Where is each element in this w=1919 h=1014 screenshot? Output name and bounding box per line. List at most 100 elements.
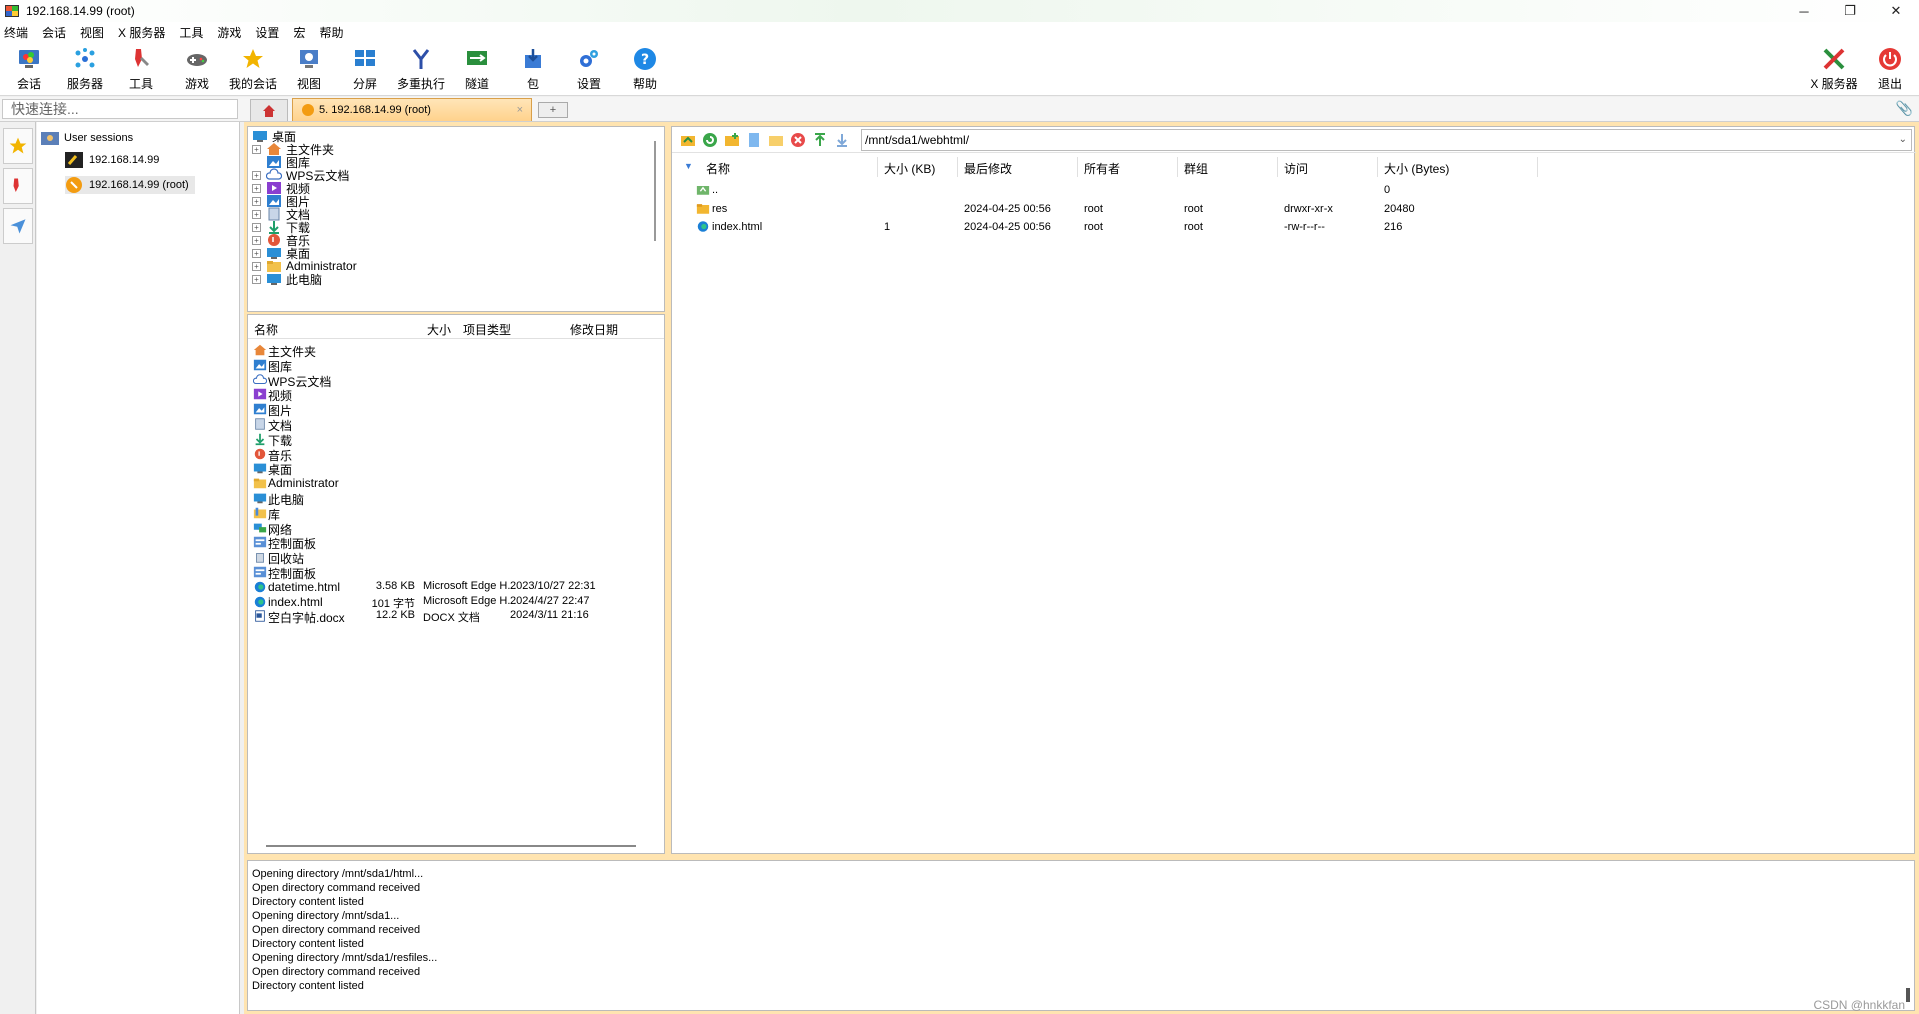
menu-xserver[interactable]: X 服务器 — [118, 24, 165, 41]
col-modified[interactable]: 最后修改 — [964, 160, 1012, 177]
split-button[interactable]: 分屏 — [337, 46, 393, 94]
session-item-active[interactable]: 192.168.14.99 (root) — [65, 176, 195, 194]
user-sessions-label: User sessions — [64, 132, 134, 144]
tools-icon — [135, 49, 149, 67]
menu-view[interactable]: 视图 — [80, 24, 104, 41]
menu-macros[interactable]: 宏 — [293, 24, 305, 41]
menu-help[interactable]: 帮助 — [319, 24, 343, 41]
col-size-bytes[interactable]: 大小 (Bytes) — [1384, 160, 1449, 177]
rail-tools[interactable] — [3, 168, 33, 204]
menu-games[interactable]: 游戏 — [217, 24, 241, 41]
multiexec-label: 多重执行 — [396, 77, 445, 91]
chevron-down-icon[interactable]: ⌄ — [1899, 130, 1907, 150]
menu-settings[interactable]: 设置 — [255, 24, 279, 41]
home-tab[interactable] — [250, 99, 288, 121]
view-button[interactable]: 视图 — [281, 46, 337, 94]
new-file-icon[interactable] — [746, 132, 762, 148]
table-row[interactable]: .. 0 — [672, 181, 1916, 199]
parent-folder-icon[interactable] — [680, 132, 696, 148]
tools-button[interactable]: 工具 — [113, 46, 169, 94]
col-name[interactable]: 名称 — [706, 160, 730, 177]
my-sessions-button[interactable]: 我的会话 — [225, 46, 281, 94]
expand-toggle-icon[interactable]: + — [252, 183, 261, 193]
session-item-label: 192.168.14.99 — [89, 154, 160, 166]
remote-path-input[interactable]: /mnt/sda1/webhtml/ ⌄ — [861, 129, 1912, 151]
log-scrollbar[interactable] — [1906, 988, 1910, 1002]
session-item-label: 192.168.14.99 (root) — [89, 179, 189, 191]
rail-sftp[interactable] — [3, 208, 33, 244]
table-row[interactable]: res 2024-04-25 00:56 root root drwxr-xr-x 204… — [672, 200, 1916, 218]
power-icon — [1879, 48, 1901, 70]
expand-toggle-icon[interactable]: + — [252, 222, 261, 232]
user-sessions-node[interactable]: User sessions — [40, 130, 133, 146]
settings-button[interactable]: 设置 — [561, 46, 617, 94]
folder-icon[interactable] — [768, 132, 784, 148]
col-date[interactable]: 修改日期 — [570, 321, 618, 338]
tab-session-icon — [302, 104, 314, 116]
expand-toggle-icon[interactable]: + — [252, 170, 261, 180]
servers-icon — [75, 48, 95, 68]
main-toolbar: 会话 服务器 工具 游戏 我的会话 视图 分屏 多重执行 隧道 包 设置 ? 帮… — [0, 42, 1919, 96]
remote-file-browser: /mnt/sda1/webhtml/ ⌄ ▼ 名称 大小 (KB) 最后修改 所有… — [671, 126, 1916, 854]
help-button[interactable]: ? 帮助 — [617, 46, 673, 94]
new-folder-icon[interactable] — [724, 132, 740, 148]
local-horizontal-scrollbar[interactable] — [266, 845, 636, 847]
close-tab-icon[interactable]: × — [517, 104, 523, 116]
tunnel-button[interactable]: 隧道 — [449, 46, 505, 94]
expand-toggle-icon[interactable]: + — [252, 248, 261, 258]
col-name[interactable]: 名称 — [254, 321, 278, 338]
watermark: CSDN @hnkkfan — [1813, 998, 1905, 1012]
minimize-button[interactable]: ─ — [1781, 0, 1827, 22]
multiexec-button[interactable]: 多重执行 — [393, 46, 449, 94]
expand-toggle-icon[interactable]: + — [252, 196, 261, 206]
expand-toggle-icon[interactable]: + — [252, 274, 261, 284]
expand-toggle-icon[interactable]: + — [252, 235, 261, 245]
local-list-header: 名称 大小 项目类型 修改日期 — [248, 315, 664, 339]
file-name: 空白字帖.docx — [268, 611, 345, 626]
menu-terminal[interactable]: 终端 — [4, 24, 28, 41]
col-access[interactable]: 访问 — [1284, 160, 1308, 177]
col-owner[interactable]: 所有者 — [1084, 160, 1120, 177]
edge-icon — [697, 221, 709, 232]
paperclip-icon[interactable]: 📎 — [1896, 100, 1913, 117]
expand-toggle-icon[interactable]: + — [252, 144, 261, 154]
computer-icon — [267, 274, 281, 285]
servers-button[interactable]: 服务器 — [57, 46, 113, 94]
tree-node[interactable]: + 此电脑 — [252, 271, 322, 287]
window-title: 192.168.14.99 (root) — [26, 4, 135, 18]
session-button[interactable]: 会话 — [1, 46, 57, 94]
exit-button[interactable]: 退出 — [1862, 46, 1918, 94]
session-tree: User sessions 192.168.14.99 192.168.14.9… — [37, 122, 240, 1014]
maximize-button[interactable]: ❐ — [1827, 0, 1873, 22]
upload-icon[interactable] — [812, 132, 828, 148]
col-group[interactable]: 群组 — [1184, 160, 1208, 177]
list-item[interactable]: 空白字帖.docx 12.2 KB DOCX 文档 2024/3/11 21:16 — [248, 607, 664, 626]
col-type[interactable]: 项目类型 — [463, 321, 511, 338]
expand-toggle-icon[interactable]: + — [252, 261, 261, 271]
expand-toggle-icon[interactable] — [252, 158, 261, 167]
log-line: Directory content listed — [252, 896, 364, 908]
expand-toggle-icon[interactable]: + — [252, 209, 261, 219]
xserver-button[interactable]: X 服务器 — [1806, 46, 1862, 94]
download-icon[interactable] — [834, 132, 850, 148]
refresh-icon[interactable] — [702, 132, 718, 148]
rail-sessions[interactable] — [3, 128, 33, 164]
my-sessions-label: 我的会话 — [228, 77, 277, 91]
table-row[interactable]: index.html 1 2024-04-25 00:56 root root -rw-r… — [672, 218, 1916, 236]
file-owner: root — [1084, 202, 1103, 215]
menu-tools[interactable]: 工具 — [179, 24, 203, 41]
session-item[interactable]: 192.168.14.99 — [65, 152, 159, 168]
split-icon — [355, 50, 375, 66]
tree-scrollbar[interactable] — [654, 141, 656, 241]
file-size-bytes: 20480 — [1384, 202, 1415, 215]
packages-button[interactable]: 包 — [505, 46, 561, 94]
session-tab[interactable]: 5. 192.168.14.99 (root) × — [292, 98, 532, 121]
menu-sessions[interactable]: 会话 — [42, 24, 66, 41]
col-size[interactable]: 大小 — [427, 321, 451, 338]
new-tab-button[interactable]: + — [538, 102, 568, 118]
games-button[interactable]: 游戏 — [169, 46, 225, 94]
col-size-kb[interactable]: 大小 (KB) — [884, 160, 935, 177]
close-window-button[interactable]: ✕ — [1873, 0, 1919, 22]
quick-connect-input[interactable]: 快速连接... — [2, 99, 238, 119]
delete-icon[interactable] — [790, 132, 806, 148]
